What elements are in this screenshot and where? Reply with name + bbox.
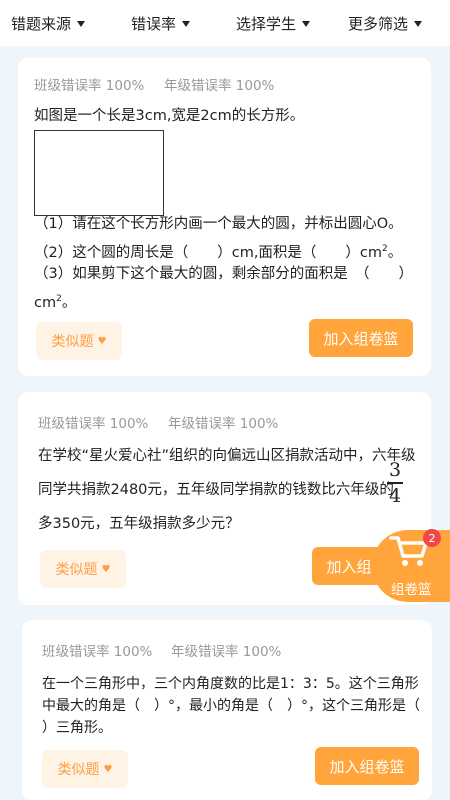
add-to-basket-button[interactable]: 加入组卷篮 xyxy=(315,747,419,785)
fraction-numerator: 3 xyxy=(388,459,402,481)
heart-icon: ♥ xyxy=(103,763,113,775)
grade-error-rate: 年级错误率 100% xyxy=(171,644,282,660)
fraction: 3 4 xyxy=(387,460,403,506)
question-intro: 如图是一个长是3cm,宽是2cm的长方形。 xyxy=(34,108,305,124)
question-line-1: （1）请在这个长方形内画一个最大的圆，并标出圆心O。 xyxy=(34,216,403,232)
basket-count-badge: 2 xyxy=(423,529,441,547)
filter-error-rate-label: 错误率 xyxy=(131,15,177,33)
filter-source-label: 错题来源 xyxy=(11,15,72,33)
question-line-2-text: （2）这个圆的周长是（ ）cm,面积是（ ）cm xyxy=(34,244,383,261)
filter-student[interactable]: 选择学生 xyxy=(236,13,311,34)
caret-down-icon xyxy=(77,20,86,27)
class-error-rate: 班级错误率 100% xyxy=(38,416,149,432)
filter-student-label: 选择学生 xyxy=(236,15,297,33)
question-line-4-end: 。 xyxy=(61,294,77,311)
fraction-denominator: 4 xyxy=(388,485,402,507)
filter-source[interactable]: 错题来源 xyxy=(11,13,86,34)
filter-more[interactable]: 更多筛选 xyxy=(348,13,423,34)
heart-icon: ♥ xyxy=(101,563,111,575)
similar-questions-button[interactable]: 类似题 ♥ xyxy=(40,550,126,588)
class-error-rate: 班级错误率 100% xyxy=(42,644,153,660)
rectangle-figure xyxy=(34,130,164,216)
question-line-2-end: 。 xyxy=(387,244,403,261)
grade-error-rate: 年级错误率 100% xyxy=(164,78,275,94)
grade-error-rate: 年级错误率 100% xyxy=(168,416,279,432)
caret-down-icon xyxy=(302,20,311,27)
caret-down-icon xyxy=(182,20,191,27)
fraction-bar xyxy=(387,482,403,484)
filter-error-rate[interactable]: 错误率 xyxy=(131,13,191,34)
question-line-1: 在学校“星火爱心社”组织的向偏远山区捐款活动中，六年级 xyxy=(38,448,416,464)
question-line-2: （2）这个圆的周长是（ ）cm,面积是（ ）cm2。 xyxy=(34,237,402,265)
similar-label: 类似题 xyxy=(57,762,100,778)
class-error-rate: 班级错误率 100% xyxy=(34,78,145,94)
question-card: 班级错误率 100% 年级错误率 100% 在一个三角形中，三个内角度数的比是1… xyxy=(22,620,432,800)
similar-questions-button[interactable]: 类似题 ♥ xyxy=(42,750,128,788)
heart-icon: ♥ xyxy=(97,335,107,347)
question-line-3: （3）如果剪下这个最大的圆，剩余部分的面积是 （ ） xyxy=(34,266,413,282)
similar-label: 类似题 xyxy=(51,334,94,350)
add-to-basket-button[interactable]: 加入组卷篮 xyxy=(309,319,413,357)
basket-label: 组卷篮 xyxy=(391,582,432,598)
question-line-3: ）三角形。 xyxy=(42,720,112,736)
question-line-1: 在一个三角形中，三个内角度数的比是1：3：5。这个三角形 xyxy=(42,676,419,692)
question-card: 班级错误率 100% 年级错误率 100% 如图是一个长是3cm,宽是2cm的长… xyxy=(18,58,431,376)
filter-bar: 错题来源 错误率 选择学生 更多筛选 xyxy=(0,0,450,46)
question-unit: cm xyxy=(34,294,57,311)
question-line-2: 中最大的角是（ ）°，最小的角是（ ）°，这个三角形是（ xyxy=(42,698,420,714)
question-line-3: 多350元，五年级捐款多少元？ xyxy=(38,516,240,532)
similar-label: 类似题 xyxy=(55,562,98,578)
filter-more-label: 更多筛选 xyxy=(348,15,409,33)
question-card: 班级错误率 100% 年级错误率 100% 在学校“星火爱心社”组织的向偏远山区… xyxy=(18,392,431,605)
similar-questions-button[interactable]: 类似题 ♥ xyxy=(36,322,122,360)
question-line-2: 同学共捐款2480元，五年级同学捐款的钱数比六年级的 xyxy=(38,482,394,498)
question-line-4: cm2。 xyxy=(34,287,76,315)
caret-down-icon xyxy=(414,20,423,27)
